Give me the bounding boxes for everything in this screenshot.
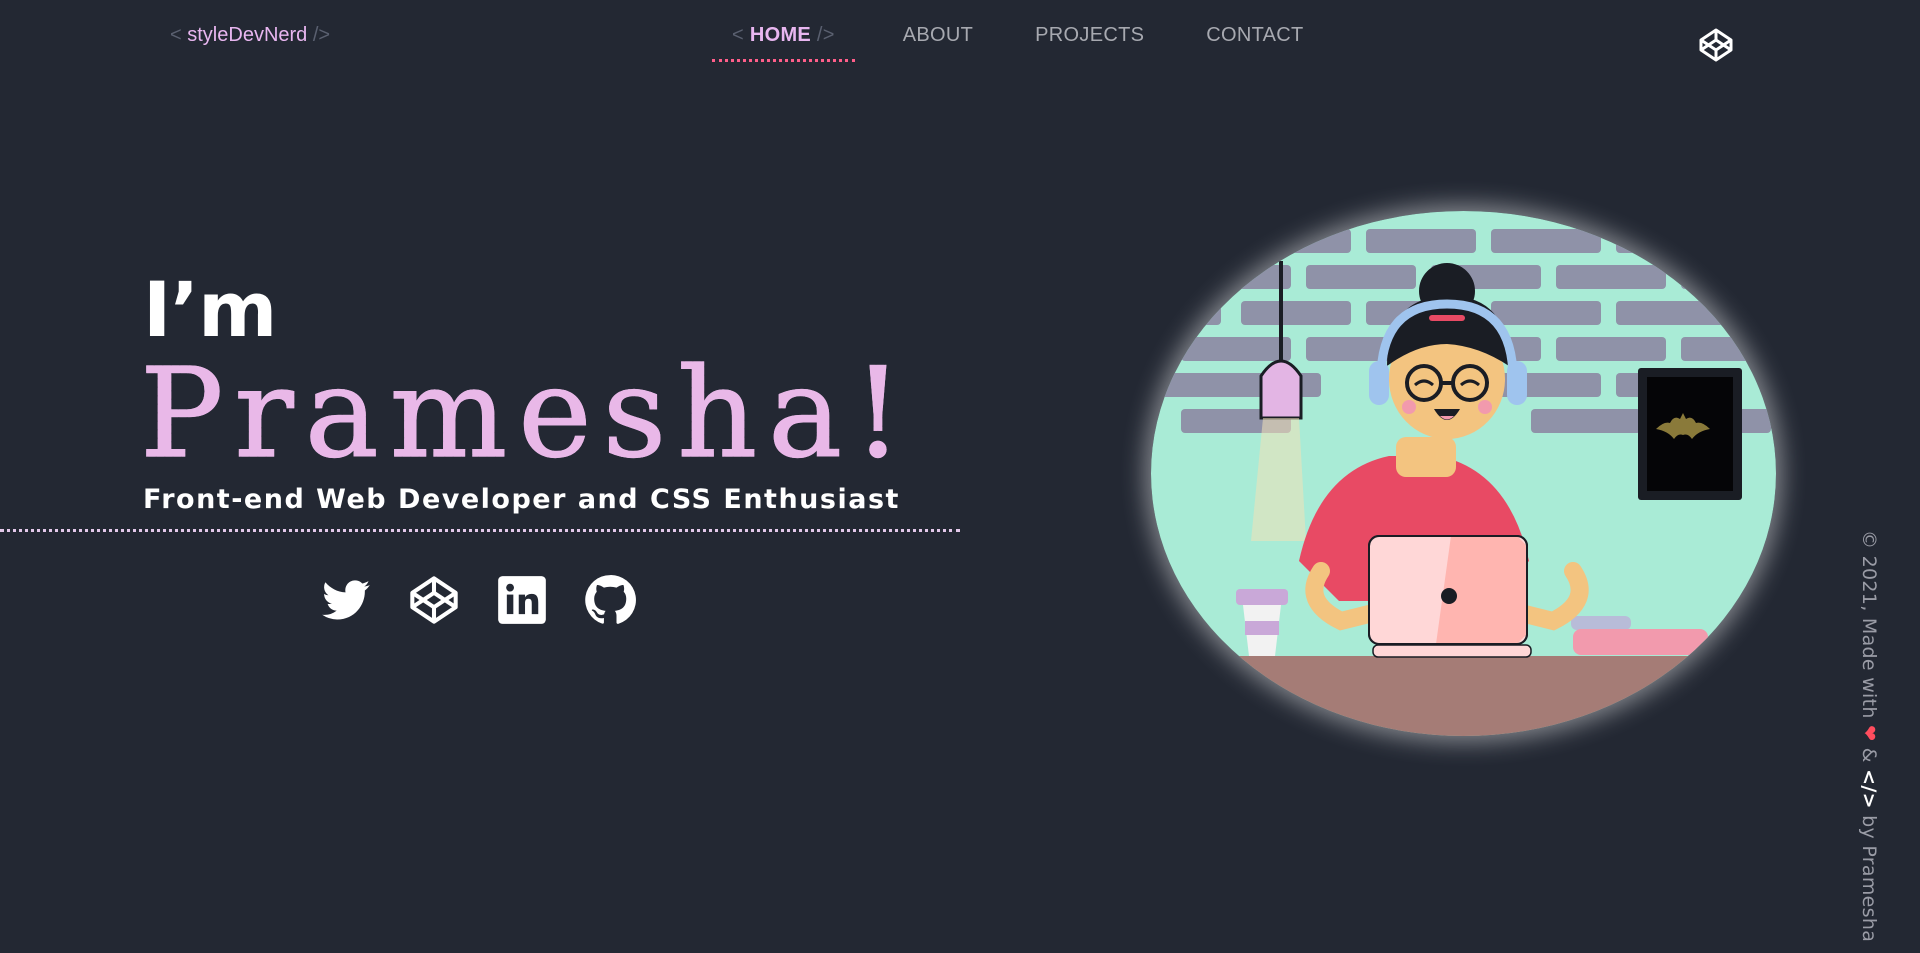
- twitter-icon[interactable]: [320, 574, 372, 626]
- code-icon: </>: [1858, 769, 1880, 809]
- hero-intro: I’m: [143, 265, 277, 354]
- header-codepen-icon[interactable]: [1698, 27, 1734, 63]
- developer-illustration: [1151, 211, 1776, 736]
- hero-name: Pramesha!: [139, 351, 914, 477]
- social-links: [320, 574, 636, 626]
- main-nav: < HOME /> ABOUT PROJECTS CONTACT: [712, 24, 1366, 62]
- footer-prefix: © 2021, Made with: [1858, 530, 1880, 719]
- nav-about[interactable]: ABOUT: [903, 24, 973, 47]
- footer-suffix: by Pramesha: [1858, 815, 1880, 943]
- nav-home[interactable]: < HOME />: [712, 24, 855, 62]
- codepen-icon[interactable]: [408, 574, 460, 626]
- nav-home-label: HOME: [749, 24, 812, 46]
- nav-projects[interactable]: PROJECTS: [1035, 24, 1144, 47]
- linkedin-icon[interactable]: [496, 574, 548, 626]
- github-icon[interactable]: [584, 574, 636, 626]
- footer-amp: &: [1858, 747, 1880, 763]
- logo-open-bracket: <: [170, 24, 182, 46]
- hero-name-text: Pramesha!: [139, 342, 914, 486]
- hero-tagline: Front-end Web Developer and CSS Enthusia…: [143, 484, 900, 515]
- footer-credit: © 2021, Made with ❤ & </> by Pramesha: [1858, 530, 1880, 942]
- nav-contact[interactable]: CONTACT: [1206, 24, 1303, 47]
- site-logo[interactable]: < styleDevNerd />: [170, 24, 330, 47]
- nav-home-open: <: [732, 24, 744, 46]
- logo-text: styleDevNerd: [187, 24, 308, 46]
- hero-divider: [0, 529, 960, 532]
- heart-icon: ❤: [1858, 725, 1880, 742]
- nav-home-close: />: [816, 24, 835, 46]
- logo-close-bracket: />: [312, 24, 331, 46]
